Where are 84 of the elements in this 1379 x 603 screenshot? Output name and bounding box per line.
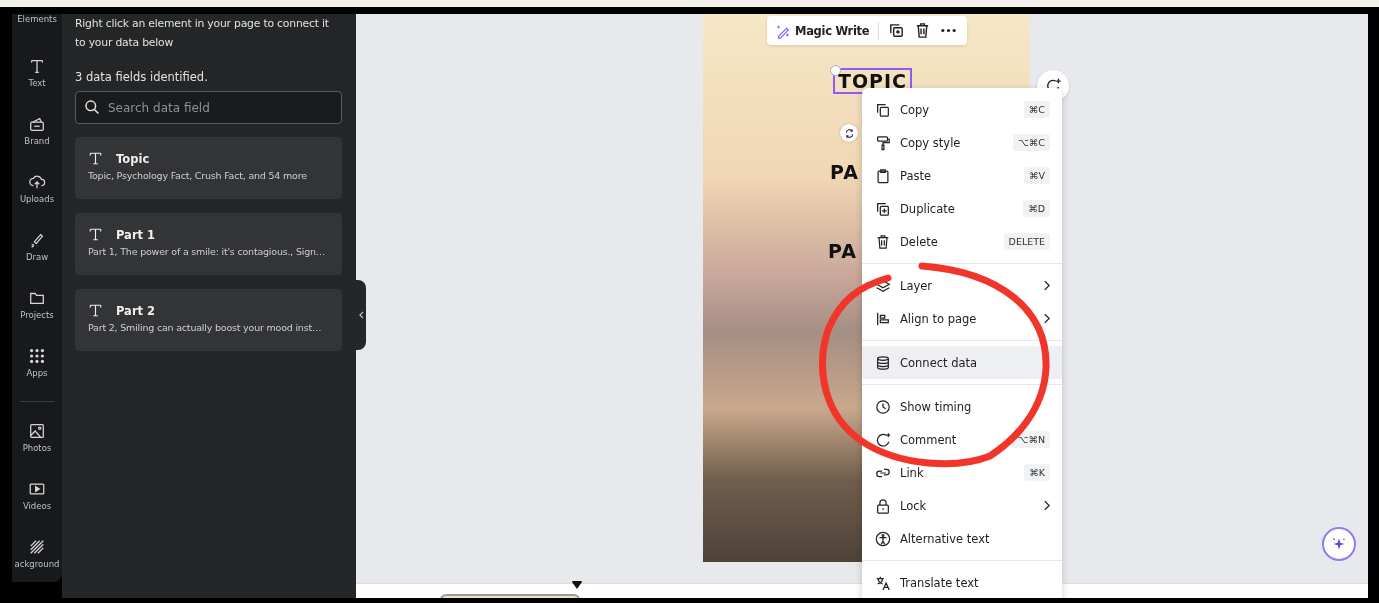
rail-button[interactable]: Projects xyxy=(12,275,62,334)
paint-roller-icon xyxy=(875,134,891,151)
resize-handle[interactable] xyxy=(830,65,841,76)
text-icon xyxy=(88,227,103,242)
menu-item[interactable]: Copy ⌘C xyxy=(862,93,1062,126)
field-name: Part 2 xyxy=(116,303,156,318)
clipboard-icon xyxy=(875,167,891,184)
rail-label: Photos xyxy=(22,442,52,453)
rail-label: Brand xyxy=(24,136,50,147)
field-name: Topic xyxy=(116,151,150,166)
duplicate-icon[interactable] xyxy=(888,22,906,39)
rail-button[interactable]: Apps xyxy=(12,333,62,392)
rail-button[interactable]: Brand xyxy=(12,101,62,160)
search-icon xyxy=(84,99,100,115)
comment-icon xyxy=(875,431,891,448)
magic-write-button[interactable]: Magic Write xyxy=(775,22,870,39)
menu-item[interactable]: Alternative text xyxy=(862,522,1062,555)
data-field-card[interactable]: Topic Topic, Psychology Fact, Crush Fact, and 54 more xyxy=(75,137,342,199)
rail-button[interactable]: Uploads xyxy=(12,159,62,218)
database-icon xyxy=(875,354,891,371)
shortcut-key: ⌘K xyxy=(1024,464,1050,481)
field-values: Topic, Psychology Fact, Crush Fact, and 54 more xyxy=(88,170,308,181)
rail-label: Elements xyxy=(17,14,57,24)
magic-button[interactable] xyxy=(1322,527,1356,561)
rail-label: Videos xyxy=(22,500,52,511)
hatch-icon xyxy=(28,537,46,556)
brand-kit-icon xyxy=(28,115,46,134)
accessibility-icon xyxy=(875,530,891,547)
copy-icon xyxy=(875,101,891,118)
menu-item[interactable]: Delete DELETE xyxy=(862,225,1062,258)
rail-button[interactable]: Elements xyxy=(12,14,62,24)
search-field[interactable]: Search data field xyxy=(75,91,342,124)
design-heading[interactable]: PA xyxy=(828,240,857,262)
text-icon xyxy=(88,303,103,318)
lock-icon xyxy=(875,497,891,514)
rail-button[interactable]: Photos xyxy=(12,408,62,467)
rail-button[interactable]: Draw xyxy=(12,217,62,276)
image-icon xyxy=(28,421,46,440)
menu-item[interactable]: Paste ⌘V xyxy=(862,159,1062,192)
design-heading[interactable]: PA xyxy=(830,161,859,183)
data-field-card[interactable]: Part 2 Part 2, Smiling can actually boost your mood inst… xyxy=(75,289,342,351)
rail-button[interactable]: ackground xyxy=(12,524,62,582)
rail-label: Draw xyxy=(25,252,49,263)
design-heading[interactable]: TOPIC xyxy=(835,70,911,92)
menu-item[interactable]: Lock xyxy=(862,489,1062,522)
menu-item[interactable]: Duplicate ⌘D xyxy=(862,192,1062,225)
translate-icon xyxy=(875,574,891,591)
text-icon xyxy=(28,57,46,76)
align-left-icon xyxy=(875,310,891,327)
grid-icon xyxy=(28,346,46,365)
duplicate-icon xyxy=(875,200,891,217)
menu-item[interactable]: Copy style ⌥⌘C xyxy=(862,126,1062,159)
collapse-handle[interactable] xyxy=(356,280,366,350)
shortcut-key: ⌘D xyxy=(1023,200,1050,217)
menu-item[interactable]: Link ⌘K xyxy=(862,456,1062,489)
menu-item[interactable]: Translate text xyxy=(862,566,1062,598)
rail-button[interactable]: Text xyxy=(12,44,62,102)
field-count-text: 3 data fields identified. xyxy=(75,70,209,84)
field-values: Part 2, Smiling can actually boost your mood inst… xyxy=(88,322,323,333)
menu-item[interactable]: Show timing xyxy=(862,390,1062,423)
data-field-card[interactable]: Part 1 Part 1, The power of a smile: it's contagious., Sign… xyxy=(75,213,342,275)
rail-label: Projects xyxy=(20,310,54,320)
rail-label: ackground xyxy=(14,558,60,569)
clock-icon xyxy=(875,398,891,415)
menu-item[interactable]: Align to page xyxy=(862,302,1062,335)
playhead-icon[interactable] xyxy=(572,581,582,589)
rail-button[interactable]: Videos xyxy=(12,466,62,525)
menu-item[interactable]: Connect data xyxy=(862,346,1062,379)
text-icon xyxy=(88,151,103,166)
shortcut-key: ⌥⌘C xyxy=(1012,134,1050,151)
menu-item[interactable]: Layer xyxy=(862,269,1062,302)
shortcut-key: ⌘V xyxy=(1024,167,1050,184)
rail-label: Uploads xyxy=(19,194,55,205)
chevron-left-icon xyxy=(358,311,364,319)
shortcut-key: ⌘C xyxy=(1023,101,1050,118)
rail-label: Text xyxy=(28,78,46,89)
field-name: Part 1 xyxy=(116,227,156,242)
rotate-icon xyxy=(843,127,855,139)
trash-icon xyxy=(875,233,891,250)
rail-label: Apps xyxy=(26,367,48,378)
shortcut-key: DELETE xyxy=(1003,233,1050,250)
menu-item[interactable]: Comment ⌥⌘N xyxy=(862,423,1062,456)
instruction-text: Right click an element in your page to connect it to your data below xyxy=(75,16,330,51)
field-values: Part 1, The power of a smile: it's contagious., Sign… xyxy=(88,246,327,257)
